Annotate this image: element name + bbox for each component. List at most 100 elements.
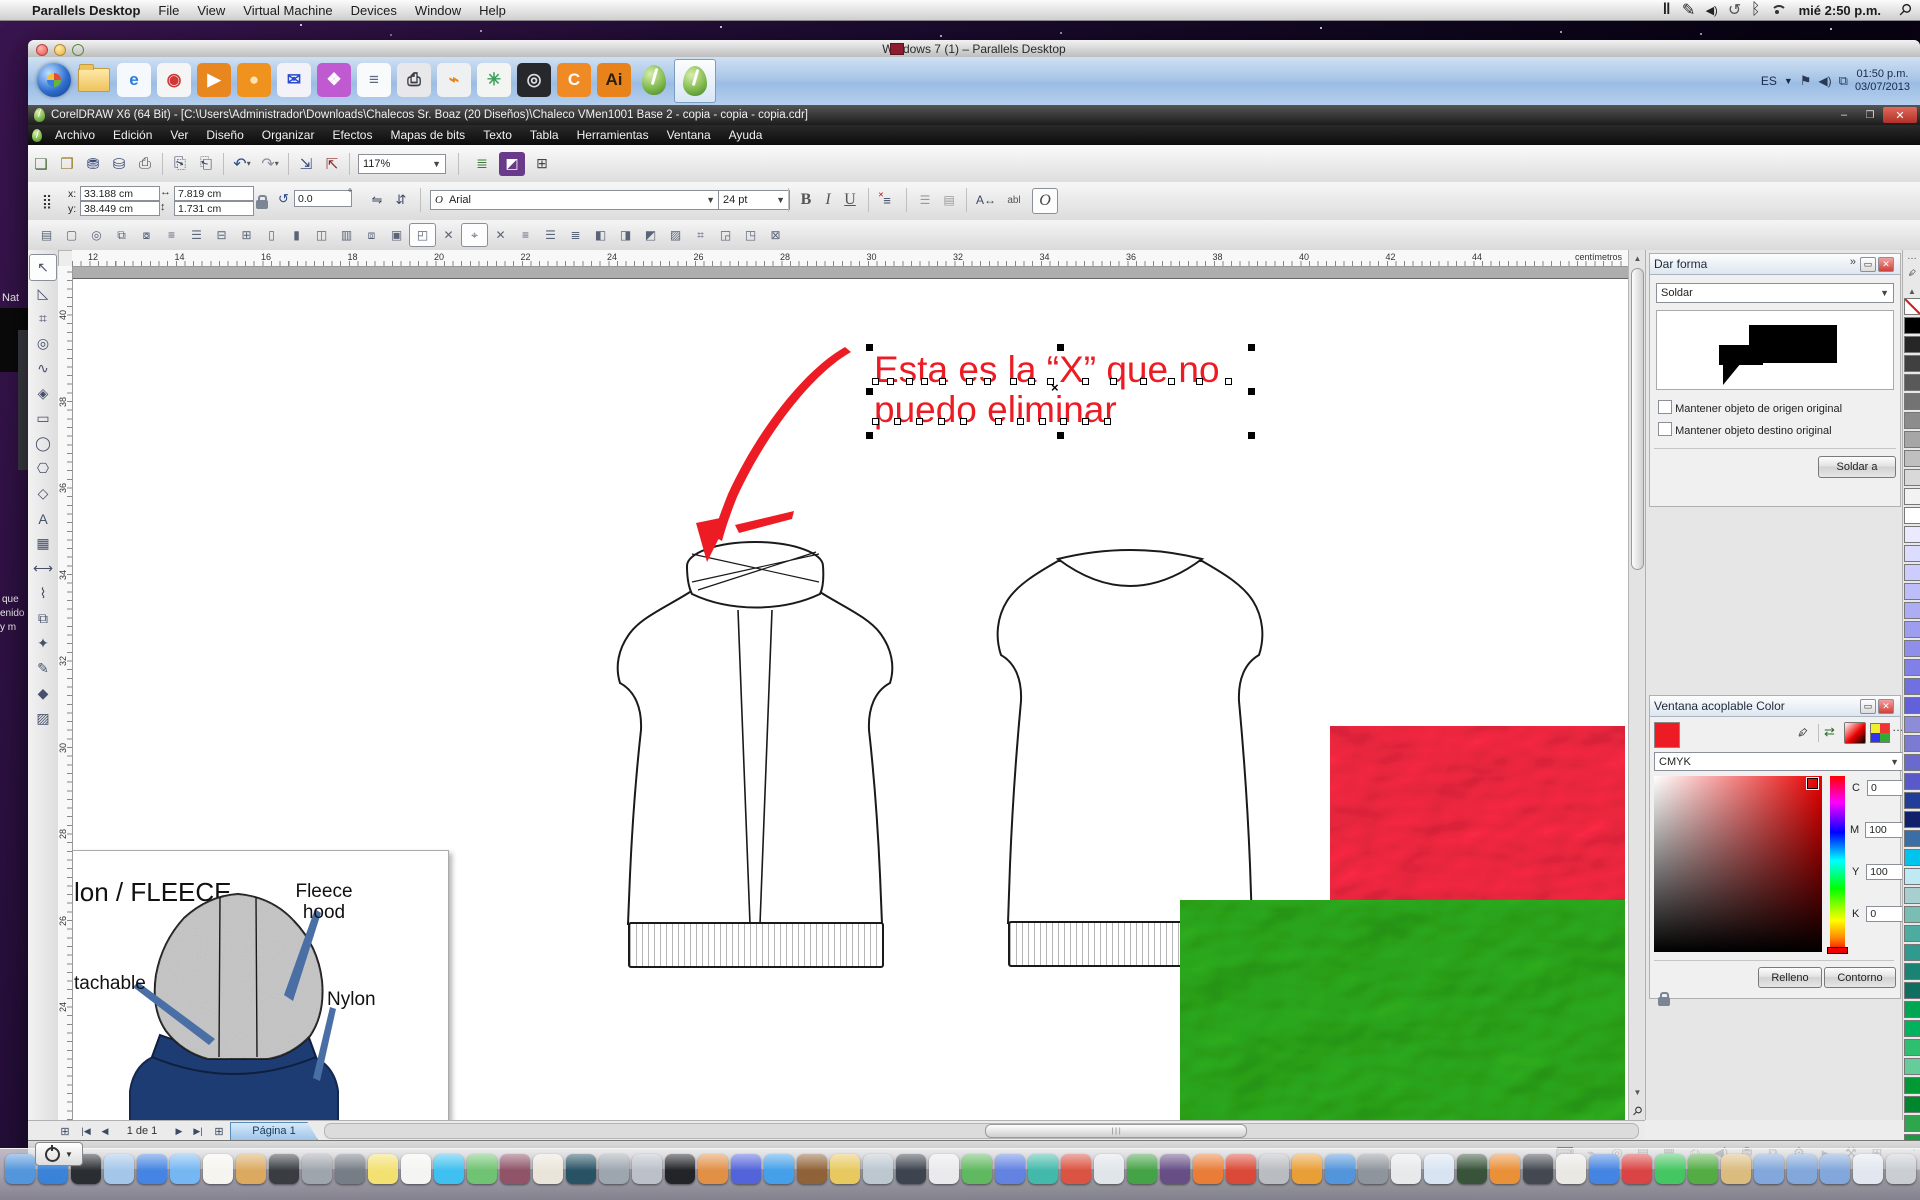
blend-tool[interactable]: ⧉ (30, 606, 56, 631)
taskbar-media-player[interactable]: ▶ (194, 59, 234, 101)
taskbar-corel-connect[interactable]: C (554, 59, 594, 101)
page-tab[interactable]: Página 1 (230, 1122, 318, 1140)
docker-close-button[interactable]: ✕ (1878, 257, 1894, 272)
parallels-title-bar[interactable]: Windows 7 (1) – Parallels Desktop (28, 40, 1920, 58)
toolbar-icon-3[interactable]: ⧉ (109, 224, 134, 246)
palette-swatch-9e9ef0[interactable] (1904, 621, 1920, 638)
previous-page-icon[interactable]: ◀ (96, 1126, 114, 1137)
palette-swatch-1f3d99[interactable] (1904, 792, 1920, 809)
palette-swatch-f2f2f2[interactable] (1904, 488, 1920, 505)
dock-fonts[interactable] (1259, 1154, 1289, 1184)
export-icon[interactable]: ⇱ (319, 155, 345, 173)
dock-itunes[interactable] (764, 1154, 794, 1184)
keep-target-checkbox[interactable]: Mantener objeto destino original (1658, 422, 1832, 437)
menu-organizar[interactable]: Organizar (253, 126, 324, 144)
tray-clock-time[interactable]: 01:50 p.m. (1855, 68, 1910, 81)
tray-volume-icon[interactable]: ◀) (1818, 74, 1831, 88)
selection-handle[interactable] (1057, 432, 1064, 439)
docker-minimize-button[interactable]: ▭ (1860, 699, 1876, 714)
volume-menu-icon[interactable]: ◀) (1700, 4, 1724, 17)
tray-network-icon[interactable]: ⧉ (1839, 73, 1848, 89)
rectangle-tool[interactable]: ▭ (30, 406, 56, 431)
dock-meter[interactable] (1391, 1154, 1421, 1184)
copy-icon[interactable]: ⎘ (167, 155, 193, 172)
save-icon[interactable]: ⛃ (80, 155, 106, 173)
taskbar-illustrator[interactable]: Ai (594, 59, 634, 101)
color-model-combo[interactable]: CMYK▼ (1654, 752, 1904, 771)
menu-clock[interactable]: mié 2:50 p.m. (1790, 3, 1890, 18)
dock-red-tools[interactable] (1622, 1154, 1652, 1184)
docker-minimize-button[interactable]: ▭ (1860, 257, 1876, 272)
polygon-tool[interactable]: ⎔ (30, 456, 56, 481)
hue-strip[interactable] (1830, 776, 1845, 952)
dock-iphoto-events[interactable] (698, 1154, 728, 1184)
palette-swatch-adadf5[interactable] (1904, 602, 1920, 619)
zoom-level-combo[interactable]: 117%▼ (358, 154, 446, 174)
taskbar-coreldraw[interactable] (634, 59, 674, 101)
menu-ventana[interactable]: Ventana (658, 126, 720, 144)
palette-swatch-8c8c8c[interactable] (1904, 412, 1920, 429)
basic-shapes-tool[interactable]: ◇ (30, 481, 56, 506)
palette-swatch-bfbfbf[interactable] (1904, 450, 1920, 467)
dock-folder-d[interactable] (1787, 1154, 1817, 1184)
taskbar-notepad[interactable]: ≡ (354, 59, 394, 101)
dock-display-app[interactable] (1160, 1154, 1190, 1184)
palette-swatch-5959c9[interactable] (1904, 773, 1920, 790)
interactive-fill-tool[interactable]: ▨ (30, 706, 56, 731)
scroll-up-icon[interactable]: ▲ (1629, 250, 1646, 266)
dock-backpack[interactable] (995, 1154, 1025, 1184)
palette-swatch-a8cfcf[interactable] (1904, 887, 1920, 904)
palette-swatch-4daca0[interactable] (1904, 925, 1920, 942)
mirror-vertical-icon[interactable]: ⇵ (390, 189, 412, 211)
redo-icon[interactable]: ↷▾ (256, 154, 284, 174)
toolbar-icon-4[interactable]: ⧇ (134, 224, 159, 246)
dock-iphoto[interactable] (236, 1154, 266, 1184)
toolbar-icon-11[interactable]: ◫ (309, 224, 334, 246)
palette-swatch-10206b[interactable] (1904, 811, 1920, 828)
palette-swatch-00a651[interactable] (1904, 1001, 1920, 1018)
character-node-marker[interactable] (1017, 418, 1024, 425)
palette-swatch-00c4ee[interactable] (1904, 849, 1920, 866)
lock-ratio-icon[interactable] (256, 200, 268, 209)
close-button[interactable]: ✕ (1883, 107, 1917, 123)
dock-pet-app[interactable] (533, 1154, 563, 1184)
dock-wmv-player[interactable] (1127, 1154, 1157, 1184)
horizontal-ruler[interactable]: 1214161820222426283032343638404244 centí… (72, 250, 1628, 267)
taskbar-windows-explorer[interactable] (74, 59, 114, 101)
color-palettes-icon[interactable] (1870, 723, 1890, 743)
object-width-field[interactable]: 7.819 cm (174, 186, 254, 201)
import-icon[interactable]: ⇲ (293, 155, 319, 173)
spotlight-icon[interactable]: ⚲ (1887, 0, 1920, 28)
toolbar-icon-1[interactable]: ▢ (59, 224, 84, 246)
undo-icon[interactable]: ↶▾ (228, 154, 256, 174)
power-dropdown-icon[interactable]: ▼ (65, 1150, 73, 1159)
text-tool[interactable]: A (30, 506, 56, 531)
toolbar-icon-26[interactable]: ⌗ (688, 224, 713, 246)
dock-ichat[interactable] (170, 1154, 200, 1184)
bluetooth-icon[interactable]: ᛒ (1746, 1, 1766, 19)
language-indicator[interactable]: ES (1761, 74, 1777, 88)
palette-swatch-737373[interactable] (1904, 393, 1920, 410)
toolbar-icon-7[interactable]: ⊟ (209, 224, 234, 246)
snap-options-icon[interactable]: ≣ (469, 155, 495, 172)
vest-front-drawing[interactable] (580, 520, 930, 940)
docker-collapse-icon[interactable]: » (1850, 256, 1856, 268)
dock-users[interactable] (467, 1154, 497, 1184)
palette-swatch-1a8373[interactable] (1904, 963, 1920, 980)
vertical-scroll-thumb[interactable] (1631, 268, 1644, 570)
weld-button[interactable]: Soldar a (1818, 456, 1896, 478)
dock-skype[interactable] (434, 1154, 464, 1184)
menu-edici-n[interactable]: Edición (104, 126, 161, 144)
character-node-marker[interactable] (1082, 378, 1089, 385)
character-node-marker[interactable] (938, 418, 945, 425)
taskbar-start-button[interactable] (34, 59, 74, 101)
taskbar-camera[interactable]: ◎ (514, 59, 554, 101)
menu-dise-o[interactable]: Diseño (197, 126, 252, 144)
palette-swatch-none[interactable] (1904, 298, 1920, 315)
zoom-traffic-light[interactable] (72, 44, 84, 56)
crop-tool[interactable]: ⌗ (30, 306, 56, 331)
taskbar-printer[interactable]: ⎙ (394, 59, 434, 101)
time-machine-icon[interactable]: ↺ (1724, 0, 1746, 20)
toolbar-icon-0[interactable]: ▤ (34, 224, 59, 246)
menu-mapas-de-bits[interactable]: Mapas de bits (381, 126, 474, 144)
